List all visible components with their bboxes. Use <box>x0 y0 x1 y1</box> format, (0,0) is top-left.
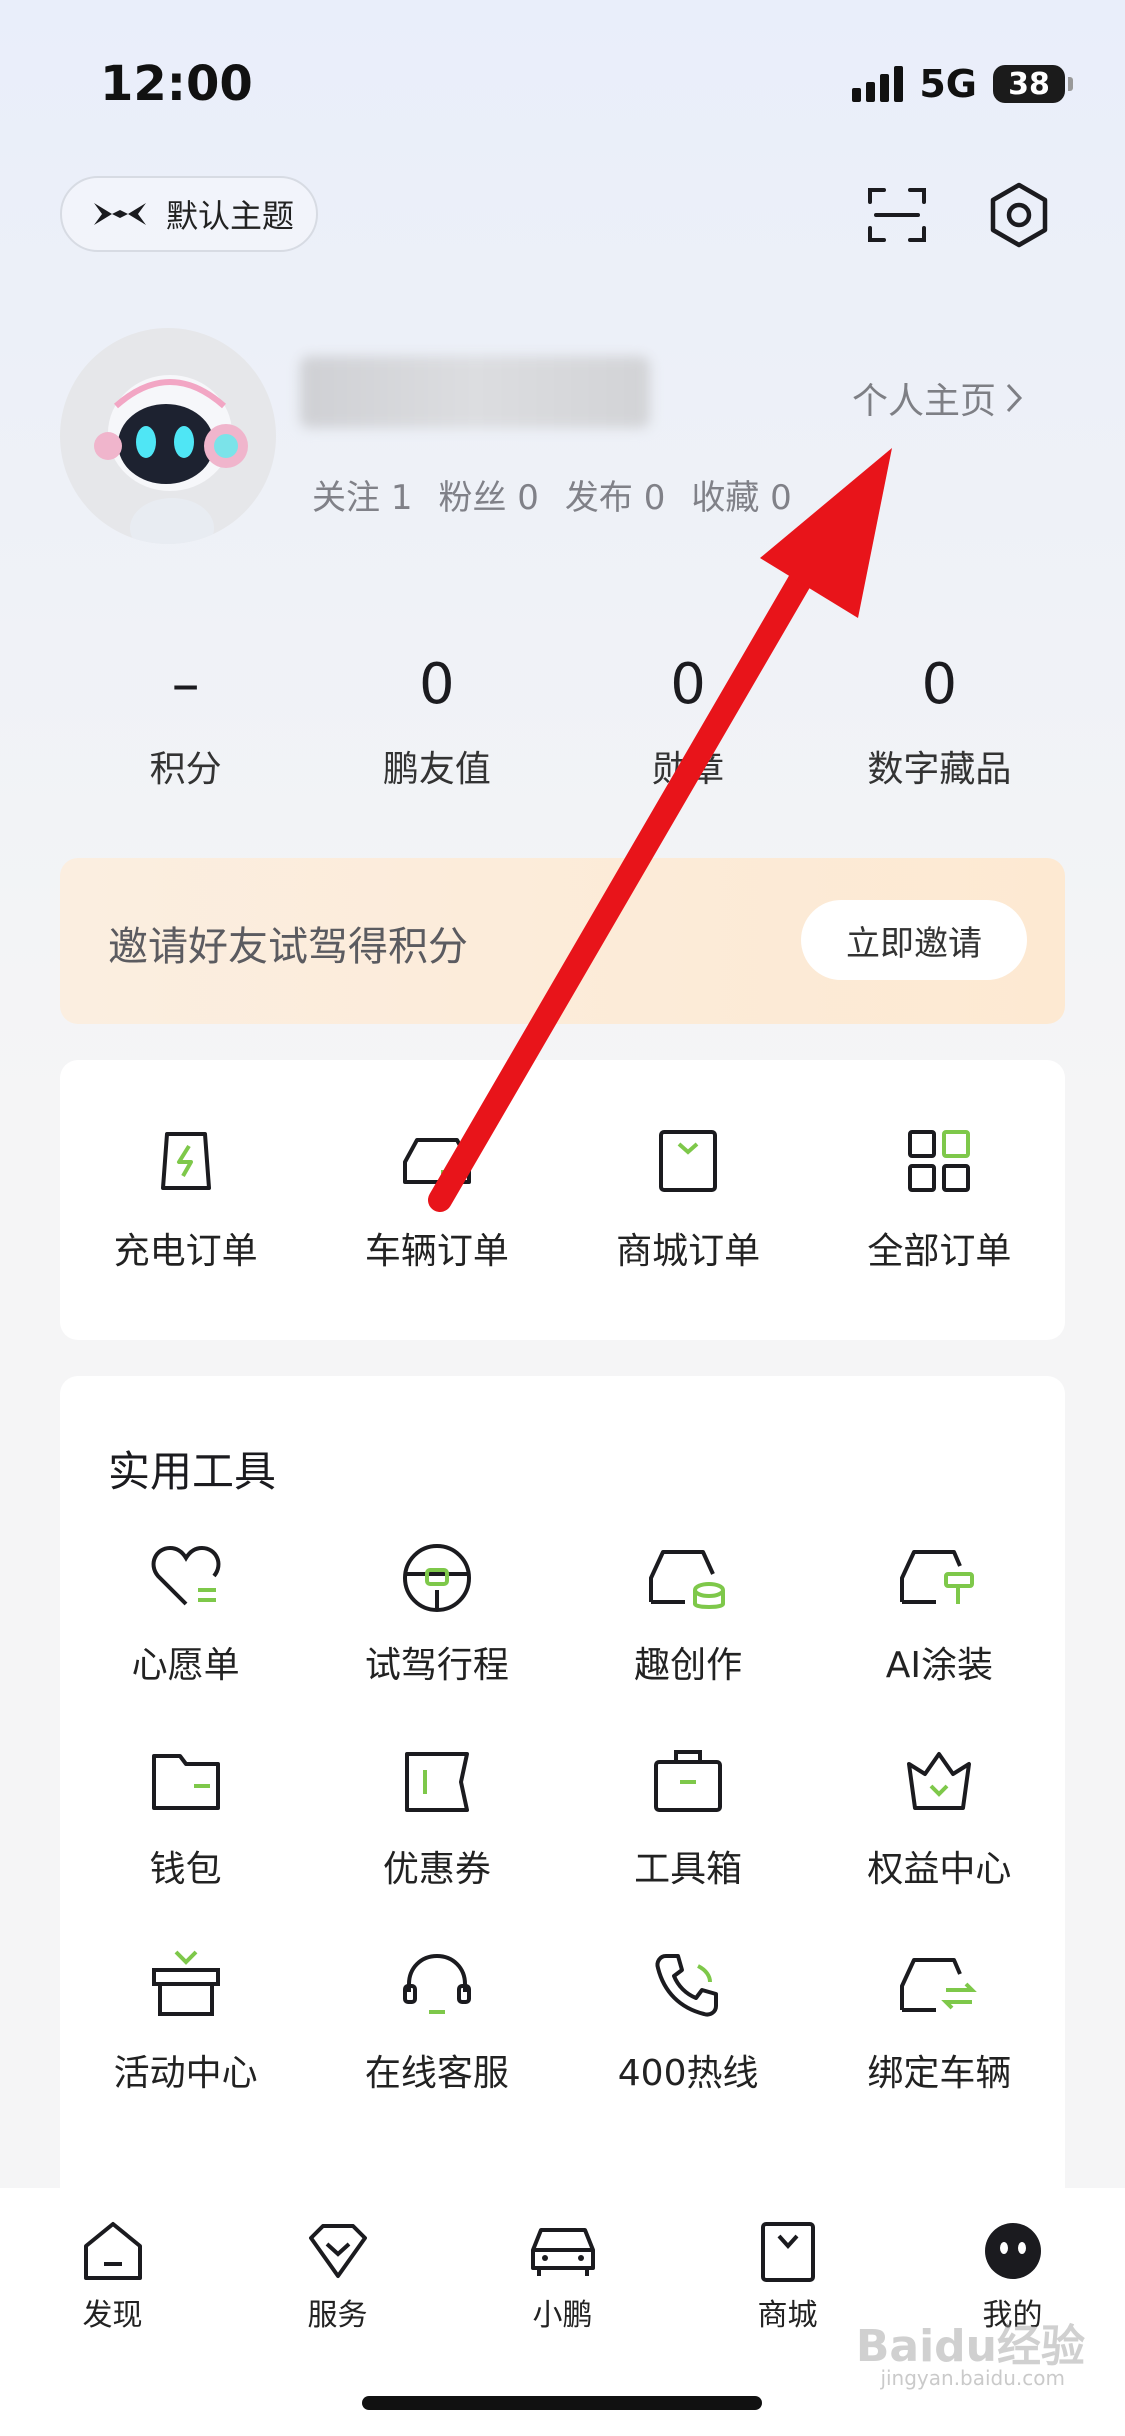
tools-grid: 心愿单 试驾行程 趣创作 AI涂装 钱包 优惠券 工具箱 权益中心 活动中心 在… <box>60 1538 1065 2096</box>
status-time: 12:00 <box>100 56 253 112</box>
metric-digital-collectibles[interactable]: 0 数字藏品 <box>814 650 1065 792</box>
invite-now-button[interactable]: 立即邀请 <box>801 900 1027 980</box>
tool-coupon[interactable]: 优惠券 <box>311 1742 562 1892</box>
invite-banner[interactable]: 邀请好友试驾得积分 立即邀请 <box>60 858 1065 1024</box>
network-type: 5G <box>919 62 977 106</box>
metric-points[interactable]: – 积分 <box>60 650 311 792</box>
xpeng-logo-icon <box>94 203 146 225</box>
home-indicator <box>362 2396 762 2410</box>
stat-favorites[interactable]: 收藏 0 <box>691 470 791 519</box>
tool-bind-vehicle[interactable]: 绑定车辆 <box>814 1946 1065 2096</box>
metric-friend-value[interactable]: 0 鹏友值 <box>311 650 562 792</box>
homepage-label: 个人主页 <box>852 381 997 422</box>
username-blurred <box>300 356 650 428</box>
headset-icon <box>402 1953 471 2014</box>
tool-ai-paint[interactable]: AI涂装 <box>814 1538 1065 1688</box>
baidu-watermark: Baidu经验 <box>855 2321 1085 2372</box>
tool-wishlist[interactable]: 心愿单 <box>60 1538 311 1688</box>
theme-button[interactable]: 默认主题 <box>60 176 318 252</box>
tool-rights-center[interactable]: 权益中心 <box>814 1742 1065 1892</box>
settings-icon[interactable] <box>984 180 1054 250</box>
all-orders-icon <box>908 1130 971 1192</box>
chevron-right-icon <box>1006 383 1023 413</box>
steering-wheel-icon <box>402 1544 471 1612</box>
battery-icon: 38 <box>993 65 1073 103</box>
coupon-icon <box>404 1752 469 1812</box>
car-icon <box>530 2228 595 2276</box>
baidu-watermark-url: jingyan.baidu.com <box>880 2366 1065 2390</box>
scan-icon[interactable] <box>862 180 932 250</box>
charging-order-icon <box>160 1132 211 1190</box>
shopping-bag-icon <box>760 2222 815 2282</box>
order-mall[interactable]: 商城订单 <box>563 1060 814 1340</box>
tools-card: 实用工具 心愿单 试驾行程 趣创作 AI涂装 钱包 优惠券 工具箱 权益中心 活… <box>60 1376 1065 2276</box>
stat-following[interactable]: 关注 1 <box>312 470 412 519</box>
car-paint-icon <box>900 1550 975 1604</box>
wallet-icon <box>151 1754 220 1810</box>
profile-stats: 关注 1 粉丝 0 发布 0 收藏 0 <box>312 470 792 519</box>
heart-list-icon <box>151 1545 220 1606</box>
robot-avatar-icon <box>94 375 248 544</box>
signal-icon <box>852 66 904 102</box>
home-icon <box>83 2222 142 2280</box>
gift-box-icon <box>151 1950 220 2016</box>
tool-creation[interactable]: 趣创作 <box>563 1538 814 1688</box>
order-vehicle[interactable]: 车辆订单 <box>311 1060 562 1340</box>
car-coins-icon <box>649 1550 726 1609</box>
toolbox-icon <box>654 1750 723 1812</box>
avatar-face-icon <box>984 2223 1041 2279</box>
tool-wallet[interactable]: 钱包 <box>60 1742 311 1892</box>
mall-order-icon <box>659 1130 718 1192</box>
service-icon <box>308 2224 367 2278</box>
metrics-row: – 积分 0 鹏友值 0 勋章 0 数字藏品 <box>60 650 1065 792</box>
car-bind-icon <box>900 1958 978 2012</box>
metric-medals[interactable]: 0 勋章 <box>563 650 814 792</box>
order-all[interactable]: 全部订单 <box>814 1060 1065 1340</box>
tool-toolbox[interactable]: 工具箱 <box>563 1742 814 1892</box>
phone-icon <box>655 1954 719 2017</box>
stat-fans[interactable]: 粉丝 0 <box>438 470 538 519</box>
stat-posts[interactable]: 发布 0 <box>565 470 665 519</box>
nav-service[interactable]: 服务 <box>225 2218 450 2334</box>
theme-label: 默认主题 <box>166 197 295 235</box>
crown-icon <box>907 1752 972 1810</box>
tools-title: 实用工具 <box>108 1447 277 1496</box>
tool-test-drive[interactable]: 试驾行程 <box>311 1538 562 1688</box>
tool-online-service[interactable]: 在线客服 <box>311 1946 562 2096</box>
orders-card: 充电订单 车辆订单 商城订单 全部订单 <box>60 1060 1065 1340</box>
nav-xpeng[interactable]: 小鹏 <box>450 2218 675 2334</box>
avatar[interactable] <box>60 328 276 544</box>
order-charging[interactable]: 充电订单 <box>60 1060 311 1340</box>
personal-homepage-link[interactable]: 个人主页 <box>852 372 1024 424</box>
car-order-icon <box>402 1138 471 1184</box>
tool-activity-center[interactable]: 活动中心 <box>60 1946 311 2096</box>
invite-text: 邀请好友试驾得积分 <box>108 924 468 970</box>
tool-hotline[interactable]: 400热线 <box>563 1946 814 2096</box>
nav-discover[interactable]: 发现 <box>0 2218 225 2334</box>
status-indicators: 5G 38 <box>852 62 1073 106</box>
